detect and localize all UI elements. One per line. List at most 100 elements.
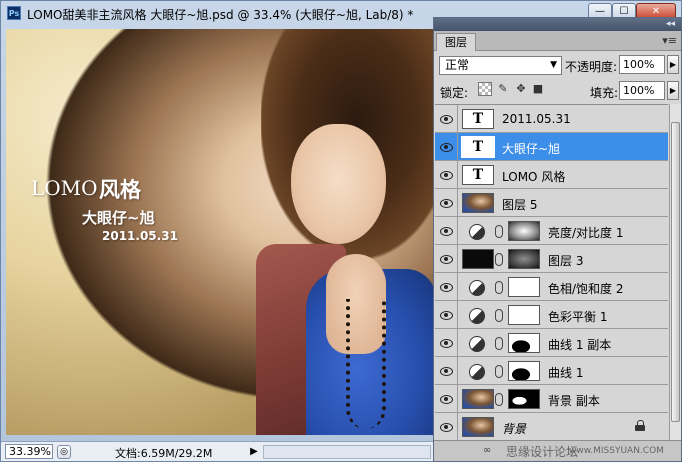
visibility-eye-icon[interactable] [439, 393, 453, 404]
visibility-eye-icon[interactable] [439, 281, 453, 292]
lock-pixels-brush-icon[interactable]: ✎ [496, 82, 510, 96]
opacity-slider-arrow-icon[interactable]: ▶ [667, 55, 679, 74]
canvas-text-name: 大眼仔~旭 [82, 209, 155, 227]
adjustment-layer-icon[interactable] [469, 364, 485, 380]
text-layer-thumbnail-icon[interactable]: T [462, 165, 494, 185]
fill-field[interactable]: 100% [619, 81, 665, 100]
mask-link-chain-icon[interactable] [495, 253, 503, 266]
layer-row[interactable]: 图层 3 [435, 245, 668, 273]
text-layer-thumbnail-icon[interactable]: T [461, 136, 495, 158]
visibility-eye-icon[interactable] [439, 197, 453, 208]
layer-row[interactable]: 色相/饱和度 2 [435, 273, 668, 301]
fill-label: 填充: [590, 86, 619, 100]
layer-mask-thumbnail[interactable] [508, 249, 540, 269]
mask-link-chain-icon[interactable] [495, 225, 503, 238]
lock-label: 锁定: [440, 86, 469, 100]
layer-name[interactable]: 曲线 1 副本 [548, 336, 611, 353]
mask-link-chain-icon[interactable] [495, 337, 503, 350]
layer-thumbnail[interactable] [462, 417, 494, 437]
layer-mask-thumbnail[interactable] [508, 277, 540, 297]
layer-mask-thumbnail[interactable] [508, 389, 540, 409]
blend-mode-select[interactable]: 正常 ▼ [439, 56, 562, 75]
adjustment-layer-icon[interactable] [469, 280, 485, 296]
panel-menu-icon[interactable]: ▾≡ [662, 34, 677, 48]
horizontal-scrollbar[interactable] [263, 445, 431, 459]
layer-thumbnail[interactable] [462, 389, 494, 409]
visibility-eye-icon[interactable] [439, 365, 453, 376]
lock-position-move-icon[interactable]: ✥ [514, 82, 528, 96]
layer-mask-thumbnail[interactable] [508, 333, 540, 353]
layer-thumbnail[interactable] [462, 193, 494, 213]
adjustment-layer-icon[interactable] [469, 224, 485, 240]
lock-transparency-icon[interactable] [478, 82, 492, 96]
zoom-level-field[interactable]: 33.39% [5, 444, 53, 459]
layer-row[interactable]: 背景 副本 [435, 385, 668, 413]
collapse-panel-icon[interactable]: ◂◂ [666, 18, 675, 31]
layer-name[interactable]: 2011.05.31 [502, 112, 571, 126]
layer-row[interactable]: T 2011.05.31 [435, 105, 668, 133]
visibility-eye-icon[interactable] [439, 253, 453, 264]
layer-row[interactable]: 曲线 1 副本 [435, 329, 668, 357]
mask-link-chain-icon[interactable] [495, 393, 503, 406]
visibility-eye-icon[interactable] [439, 113, 453, 124]
document-size-info: 文档:6.59M/29.2M [115, 447, 213, 460]
mask-link-chain-icon[interactable] [495, 309, 503, 322]
column-divider [457, 301, 458, 329]
visibility-eye-icon[interactable] [439, 309, 453, 320]
layer-row[interactable]: 图层 5 [435, 189, 668, 217]
layer-mask-thumbnail[interactable] [508, 361, 540, 381]
column-divider [457, 161, 458, 189]
visibility-eye-icon[interactable] [439, 421, 453, 432]
column-divider [457, 105, 458, 133]
status-expand-arrow-icon[interactable]: ▶ [248, 445, 260, 459]
layer-row[interactable]: 亮度/对比度 1 [435, 217, 668, 245]
tab-layers[interactable]: 图层 [436, 33, 476, 51]
fill-slider-arrow-icon[interactable]: ▶ [667, 81, 679, 100]
photoshop-app-icon: Ps [7, 6, 21, 20]
visibility-eye-icon[interactable] [439, 337, 453, 348]
layer-name[interactable]: 图层 5 [502, 196, 537, 213]
layer-thumbnail[interactable] [462, 249, 494, 269]
layer-name[interactable]: 大眼仔~旭 [502, 140, 560, 157]
adjustment-layer-icon[interactable] [469, 336, 485, 352]
text-layer-thumbnail-icon[interactable]: T [462, 109, 494, 129]
lock-all-icon[interactable]: ■ [531, 82, 545, 96]
visibility-eye-icon[interactable] [439, 225, 453, 236]
layers-panel: ◂◂ 图层 ▾≡ 正常 ▼ 不透明度: 100% ▶ 锁定: ✎ ✥ ■ 填充:… [433, 17, 682, 462]
mask-link-chain-icon[interactable] [495, 365, 503, 378]
scrollbar-thumb[interactable] [671, 122, 680, 422]
visibility-eye-icon[interactable] [439, 141, 453, 152]
layer-row[interactable]: 背景 [435, 413, 668, 440]
opacity-field[interactable]: 100% [619, 55, 665, 74]
layer-row[interactable]: 色彩平衡 1 [435, 301, 668, 329]
column-divider [457, 357, 458, 385]
adjustment-layer-icon[interactable] [469, 308, 485, 324]
photo-face [291, 124, 386, 244]
canvas-text-date: 2011.05.31 [102, 229, 178, 243]
canvas-text-lomo: LOMO [31, 176, 98, 200]
layer-row[interactable]: T 大眼仔~旭 [435, 133, 668, 161]
visibility-eye-icon[interactable] [439, 169, 453, 180]
layer-name[interactable]: 曲线 1 [548, 364, 583, 381]
mask-link-chain-icon[interactable] [495, 281, 503, 294]
status-menu-icon[interactable]: ◎ [57, 445, 71, 459]
panel-bottom-bar: ∞ 思缘设计论坛 www.MISSYUAN.COM [434, 440, 681, 461]
layer-name[interactable]: 背景 副本 [548, 392, 600, 409]
layer-name[interactable]: 背景 [502, 420, 526, 437]
layers-vertical-scrollbar[interactable] [669, 104, 681, 440]
column-divider [457, 217, 458, 245]
image-canvas[interactable]: LOMO 风格 大眼仔~旭 2011.05.31 [6, 29, 436, 435]
layer-row[interactable]: T LOMO 风格 [435, 161, 668, 189]
layer-row[interactable]: 曲线 1 [435, 357, 668, 385]
layer-mask-thumbnail[interactable] [508, 221, 540, 241]
layer-mask-thumbnail[interactable] [508, 305, 540, 325]
layer-name[interactable]: 图层 3 [548, 252, 583, 269]
layer-name[interactable]: LOMO 风格 [502, 168, 565, 185]
link-layers-icon[interactable]: ∞ [480, 445, 494, 457]
watermark-text: 思缘设计论坛 [506, 445, 579, 459]
layer-name[interactable]: 色相/饱和度 2 [548, 280, 624, 297]
layer-name[interactable]: 亮度/对比度 1 [548, 224, 624, 241]
layer-name[interactable]: 色彩平衡 1 [548, 308, 607, 325]
canvas-text-fengge: 风格 [99, 178, 141, 202]
column-divider [457, 189, 458, 217]
